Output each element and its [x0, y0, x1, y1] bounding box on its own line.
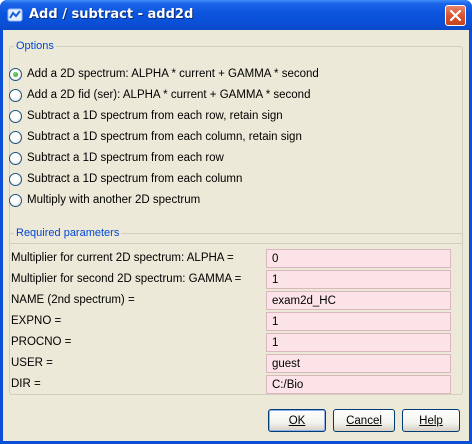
- option-label: Add a 2D spectrum: ALPHA * current + GAM…: [27, 68, 319, 80]
- option-subtract-column[interactable]: Subtract a 1D spectrum from each column: [9, 170, 242, 188]
- procno-input[interactable]: [266, 333, 451, 352]
- expno-label: EXPNO =: [11, 315, 62, 327]
- name-input[interactable]: [266, 291, 451, 310]
- user-label: USER =: [11, 357, 53, 369]
- cancel-button-label: Cancel: [346, 414, 382, 427]
- radio-button[interactable]: [9, 130, 22, 144]
- ok-button[interactable]: OK: [268, 409, 326, 432]
- radio-button[interactable]: [9, 172, 22, 186]
- app-icon: [7, 7, 23, 23]
- alpha-label: Multiplier for current 2D spectrum: ALPH…: [11, 252, 234, 264]
- gamma-input[interactable]: [266, 270, 451, 289]
- parameters-legend: Required parameters: [16, 227, 120, 239]
- dialog-window: Add / subtract - add2d Options Add a 2D …: [0, 0, 472, 444]
- option-subtract-column-retain[interactable]: Subtract a 1D spectrum from each column,…: [9, 128, 302, 146]
- dir-label: DIR =: [11, 378, 41, 390]
- procno-label: PROCNO =: [11, 336, 72, 348]
- expno-input[interactable]: [266, 312, 451, 331]
- option-label: Subtract a 1D spectrum from each column: [27, 173, 243, 185]
- ok-button-label: OK: [288, 414, 306, 427]
- dir-input[interactable]: [266, 375, 451, 394]
- option-label: Add a 2D fid (ser): ALPHA * current + GA…: [27, 89, 311, 101]
- window-title: Add / subtract - add2d: [29, 7, 194, 22]
- radio-button[interactable]: [9, 67, 22, 81]
- help-button[interactable]: Help: [402, 409, 460, 432]
- dialog-body: Options Add a 2D spectrum: ALPHA * curre…: [3, 30, 469, 441]
- option-subtract-row-retain[interactable]: Subtract a 1D spectrum from each row, re…: [9, 107, 283, 125]
- help-button-label: Help: [419, 414, 443, 427]
- name-label: NAME (2nd spectrum) =: [11, 294, 135, 306]
- user-input[interactable]: [266, 354, 451, 373]
- option-add-2d-fid[interactable]: Add a 2D fid (ser): ALPHA * current + GA…: [9, 86, 310, 104]
- radio-button[interactable]: [9, 151, 22, 165]
- option-label: Multiply with another 2D spectrum: [27, 194, 201, 206]
- option-add-2d-spectrum[interactable]: Add a 2D spectrum: ALPHA * current + GAM…: [9, 65, 319, 83]
- options-legend: Options: [16, 40, 54, 52]
- alpha-input[interactable]: [266, 249, 451, 268]
- radio-button[interactable]: [9, 109, 22, 123]
- title-bar[interactable]: Add / subtract - add2d: [0, 0, 472, 30]
- cancel-button[interactable]: Cancel: [333, 409, 395, 432]
- option-label: Subtract a 1D spectrum from each column,…: [27, 131, 302, 143]
- gamma-label: Multiplier for second 2D spectrum: GAMMA…: [11, 273, 242, 285]
- option-subtract-row[interactable]: Subtract a 1D spectrum from each row: [9, 149, 224, 167]
- radio-button[interactable]: [9, 88, 22, 102]
- option-label: Subtract a 1D spectrum from each row: [27, 152, 224, 164]
- close-icon: [450, 10, 461, 21]
- option-multiply-2d[interactable]: Multiply with another 2D spectrum: [9, 191, 200, 209]
- option-label: Subtract a 1D spectrum from each row, re…: [27, 110, 283, 122]
- close-button[interactable]: [445, 5, 466, 26]
- radio-button[interactable]: [9, 193, 22, 207]
